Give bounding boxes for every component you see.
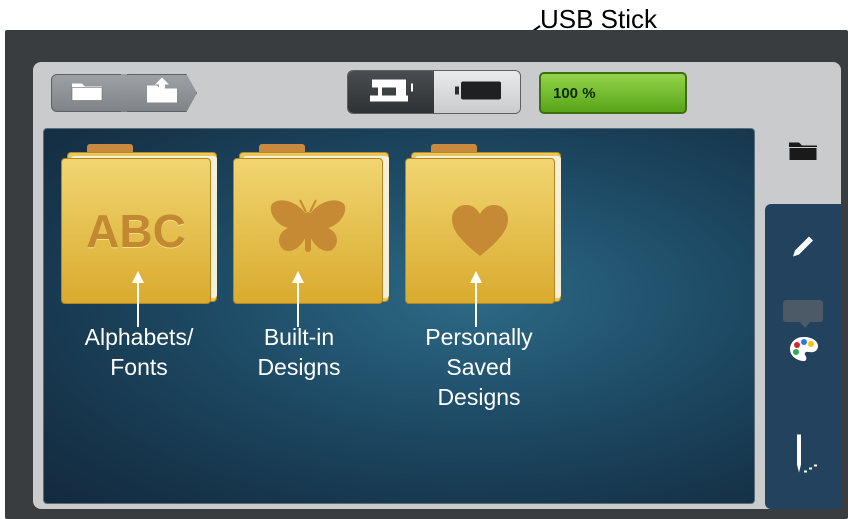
screenshot-root: USB Stick 100 % ABC Alphabets/ Fonts Bui… bbox=[0, 0, 848, 519]
device-screen: 100 % ABC Alphabets/ Fonts Built-in Desi… bbox=[5, 30, 848, 519]
source-usb-button[interactable] bbox=[434, 71, 520, 113]
annotation-personally-saved-designs: Personally Saved Designs bbox=[399, 322, 559, 412]
source-toggle bbox=[347, 70, 521, 114]
folder-icon bbox=[70, 79, 104, 108]
memory-usage-bar: 100 % bbox=[539, 72, 687, 114]
annotation-line: Alphabets/ bbox=[84, 324, 194, 350]
pencil-icon bbox=[789, 233, 817, 266]
tab-edit[interactable] bbox=[765, 214, 841, 284]
annotation-arrow-personal bbox=[470, 271, 482, 327]
memory-usage-text: 100 % bbox=[553, 85, 596, 102]
annotation-arrow-built-in bbox=[292, 271, 304, 327]
annotation-line: Designs bbox=[437, 384, 521, 410]
folder-built-in-designs[interactable] bbox=[233, 144, 393, 304]
needle-stitch-icon bbox=[788, 433, 818, 482]
folder-emblem bbox=[233, 158, 383, 304]
heart-icon bbox=[452, 205, 508, 256]
palette-icon bbox=[789, 336, 819, 367]
window-frame: 100 % ABC Alphabets/ Fonts Built-in Desi… bbox=[33, 62, 841, 509]
folder-browser-panel: ABC Alphabets/ Fonts Built-in Designs Pe… bbox=[43, 128, 755, 504]
tab-folder[interactable] bbox=[765, 102, 841, 200]
folder-icon bbox=[788, 138, 818, 167]
usb-stick-icon bbox=[453, 80, 503, 107]
tab-stitch[interactable] bbox=[765, 414, 841, 500]
annotation-line: Designs bbox=[257, 354, 341, 380]
annotation-line: Saved bbox=[446, 354, 512, 380]
tab-tooltip-shape bbox=[783, 300, 823, 322]
tab-tooltip-pointer bbox=[799, 321, 811, 328]
annotation-line: Built-in bbox=[263, 324, 335, 350]
annotation-line: Personally bbox=[425, 324, 533, 350]
annotation-alphabets-fonts: Alphabets/ Fonts bbox=[64, 322, 214, 382]
breadcrumb-up-folder-button[interactable] bbox=[127, 74, 197, 112]
annotation-arrow-alphabets bbox=[132, 271, 144, 327]
sewing-machine-icon bbox=[366, 78, 416, 109]
tab-color-palette[interactable] bbox=[765, 300, 841, 386]
annotation-built-in-designs: Built-in Designs bbox=[224, 322, 374, 382]
butterfly-icon bbox=[270, 199, 346, 252]
folder-upload-icon bbox=[145, 77, 179, 110]
annotation-line: Fonts bbox=[110, 354, 168, 380]
side-tab-column bbox=[765, 204, 841, 509]
abc-text-icon: ABC bbox=[86, 205, 186, 257]
breadcrumb-folder-button[interactable] bbox=[51, 74, 123, 112]
source-machine-button[interactable] bbox=[348, 71, 434, 113]
